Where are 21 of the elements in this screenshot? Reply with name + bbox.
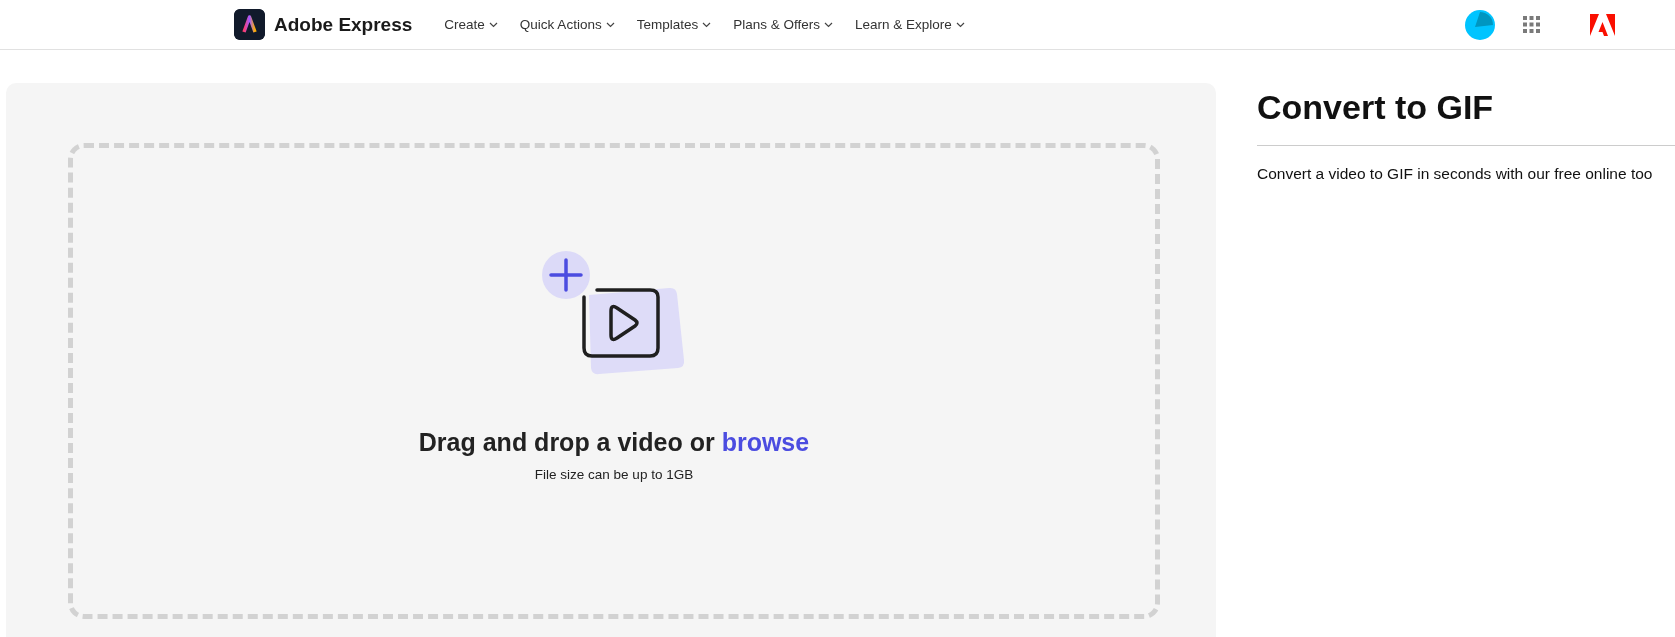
adobe-logo-icon[interactable] — [1590, 13, 1615, 36]
caret-icon — [955, 21, 965, 28]
caret-icon — [824, 21, 833, 28]
file-size-hint: File size can be up to 1GB — [534, 467, 694, 482]
browse-link[interactable]: browse — [721, 428, 810, 456]
drop-prompt: Drag and drop a video or browse — [418, 428, 810, 457]
nav-menu-item[interactable]: Learn & Explore — [855, 17, 965, 32]
brand-name[interactable]: Adobe Express — [274, 13, 413, 36]
caret-icon — [702, 21, 712, 28]
caret-icon — [605, 21, 615, 28]
description-text: Convert a video to GIF in seconds with our free online too — [1257, 165, 1654, 183]
apps-grid-icon[interactable] — [1523, 16, 1540, 33]
page-title: Convert to GIF — [1257, 88, 1495, 127]
nav-menu-item[interactable]: Quick Actions — [519, 17, 615, 32]
drop-zone[interactable]: Drag and drop a video or browse File size can be up to 1GB — [68, 143, 1160, 619]
avatar-icon[interactable] — [1465, 9, 1495, 40]
nav-menu-item[interactable]: Create — [444, 17, 498, 32]
app-logo-icon[interactable] — [234, 9, 265, 40]
nav-menu-item[interactable]: Templates — [636, 17, 712, 32]
caret-icon — [488, 21, 498, 28]
nav-menu-item[interactable]: Plans & Offers — [733, 17, 833, 32]
